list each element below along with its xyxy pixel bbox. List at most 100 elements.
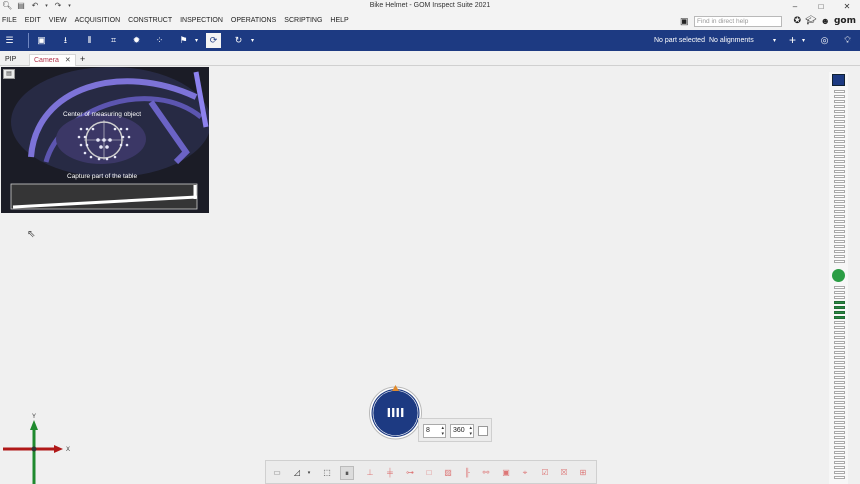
tab-pip[interactable]: PIP (1, 54, 20, 66)
flag-dropdown-icon[interactable]: ▾ (195, 37, 198, 44)
strip-slot[interactable] (834, 135, 845, 138)
strip-slot[interactable] (834, 396, 845, 399)
close-button[interactable]: ✕ (834, 0, 860, 13)
chart-icon[interactable]: ╟ (460, 466, 474, 480)
strip-slot[interactable] (834, 200, 845, 203)
strip-slot[interactable] (834, 466, 845, 469)
strip-slot[interactable] (834, 336, 845, 339)
strip-slot[interactable] (834, 220, 845, 223)
strip-slot[interactable] (834, 331, 845, 334)
delete-icon[interactable]: ☒ (557, 466, 571, 480)
strip-slot[interactable] (834, 185, 845, 188)
minimize-button[interactable]: – (782, 0, 808, 13)
strip-slot[interactable] (834, 311, 845, 314)
strip-slot[interactable] (834, 376, 845, 379)
graduation-cap-icon[interactable]: 🎓︎ (805, 15, 816, 26)
strip-slot[interactable] (834, 391, 845, 394)
strip-slot[interactable] (834, 120, 845, 123)
strip-slot[interactable] (834, 195, 845, 198)
strip-slot[interactable] (834, 356, 845, 359)
spin-arrows-icon[interactable]: ▴ ▾ (441, 425, 444, 437)
strip-slot[interactable] (834, 411, 845, 414)
gear-icon[interactable]: ✹ (129, 33, 144, 48)
pip-panel-icon[interactable]: ▤ (3, 69, 15, 79)
strip-slot[interactable] (834, 326, 845, 329)
strip-slot[interactable] (834, 150, 845, 153)
strip-slot[interactable] (834, 260, 845, 263)
part-selection-status[interactable]: No part selected (654, 37, 705, 44)
strip-slot[interactable] (834, 230, 845, 233)
strip-slot[interactable] (834, 250, 845, 253)
strip-slot[interactable] (834, 140, 845, 143)
strip-slot[interactable] (834, 406, 845, 409)
strip-slot[interactable] (834, 471, 845, 474)
strip-slot[interactable] (834, 351, 845, 354)
strip-slot[interactable] (834, 90, 845, 93)
section-icon[interactable]: ⏸ (340, 466, 354, 480)
rectangle-icon[interactable]: □ (422, 466, 436, 480)
hamburger-menu-icon[interactable]: ☰ (2, 33, 17, 48)
strip-slot[interactable] (834, 155, 845, 158)
strip-slot[interactable] (834, 205, 845, 208)
spin-arrows-icon[interactable]: ▴ ▾ (469, 425, 472, 437)
strip-slot[interactable] (834, 301, 845, 304)
strip-slot[interactable] (834, 426, 845, 429)
strip-slot[interactable] (834, 115, 845, 118)
direct-help-search-input[interactable]: Find in direct help (694, 16, 782, 27)
strip-slot[interactable] (834, 361, 845, 364)
strip-slot[interactable] (834, 180, 845, 183)
strip-slot[interactable] (834, 401, 845, 404)
plane-icon[interactable]: ⊶ (403, 466, 417, 480)
camera-pip-view[interactable]: ▤ Center of measuring object Capture par… (1, 67, 209, 213)
strip-slot[interactable] (834, 386, 845, 389)
strip-slot[interactable] (834, 245, 845, 248)
fit-icon[interactable]: ▣ (499, 466, 513, 480)
layout-icon[interactable]: ▣ (34, 33, 49, 48)
add-alignment-button[interactable]: + (785, 33, 800, 48)
refresh-dropdown-icon[interactable]: ▾ (251, 37, 254, 44)
grid-icon[interactable]: ⊞ (576, 466, 590, 480)
box-select-icon[interactable]: ⬚ (320, 466, 334, 480)
strip-slot[interactable] (834, 125, 845, 128)
strip-slot[interactable] (834, 130, 845, 133)
object-strip[interactable] (829, 72, 848, 484)
maximize-button[interactable]: □ (808, 0, 834, 13)
strip-slot[interactable] (834, 95, 845, 98)
strip-slot[interactable] (834, 321, 845, 324)
target-icon[interactable]: ◎ (817, 33, 832, 48)
crop-icon[interactable]: ⌗ (106, 33, 121, 48)
strip-slot[interactable] (834, 165, 845, 168)
line-icon[interactable]: ╪ (383, 466, 397, 480)
slope-dropdown-icon[interactable]: ▾ (302, 466, 316, 480)
strip-slot[interactable] (834, 451, 845, 454)
close-tab-icon[interactable]: ✕ (65, 57, 71, 64)
strip-slot[interactable] (834, 160, 845, 163)
point-selection-icon[interactable]: ⁘ (152, 33, 167, 48)
certificate-icon[interactable]: ✪ (794, 15, 802, 26)
strip-slot[interactable] (834, 306, 845, 309)
strip-slot[interactable] (834, 240, 845, 243)
menu-file[interactable]: FILE (2, 17, 17, 24)
strip-slot[interactable] (834, 175, 845, 178)
rotation-checkbox[interactable] (478, 426, 488, 436)
strip-slot[interactable] (834, 431, 845, 434)
menu-construct[interactable]: CONSTRUCT (128, 17, 172, 24)
clapperboard-icon[interactable]: ▣ (680, 16, 689, 27)
rotation-degrees-input[interactable]: 360 ▴ ▾ (450, 424, 474, 438)
strip-slot[interactable] (834, 210, 845, 213)
strip-slot[interactable] (834, 346, 845, 349)
add-dropdown-icon[interactable]: ▾ (802, 37, 805, 44)
strip-slot[interactable] (834, 255, 845, 258)
strip-slot[interactable] (834, 291, 845, 294)
strip-slot[interactable] (834, 436, 845, 439)
strip-slot[interactable] (834, 341, 845, 344)
tab-camera[interactable]: Camera ✕ (29, 54, 76, 66)
strip-slot[interactable] (834, 446, 845, 449)
strip-slot[interactable] (834, 215, 845, 218)
user-icon[interactable]: ☻ (821, 16, 830, 26)
menu-operations[interactable]: OPERATIONS (231, 17, 276, 24)
import-icon[interactable]: ⭳ (58, 33, 73, 48)
strip-slot[interactable] (834, 421, 845, 424)
sync-icon[interactable]: ⟳ (206, 33, 221, 48)
link-icon[interactable]: ⚯ (479, 466, 493, 480)
